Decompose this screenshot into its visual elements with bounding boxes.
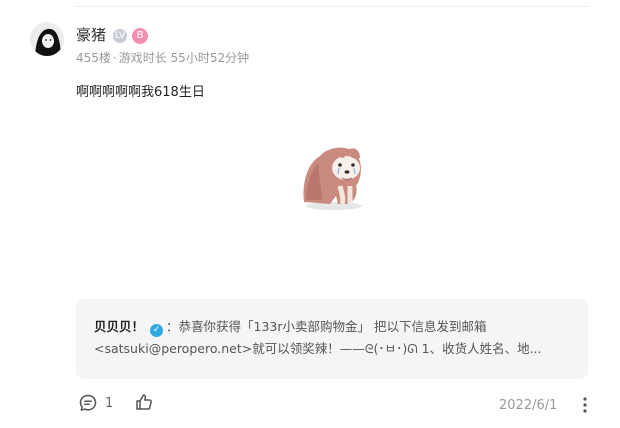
sticker-image (292, 134, 372, 214)
floor-number: 455楼 (76, 51, 111, 65)
crying-dog-sticker-icon[interactable] (292, 134, 372, 214)
divider (76, 6, 588, 7)
pink-badge-icon: B (132, 28, 148, 44)
reply-author[interactable]: 贝贝贝！ (94, 319, 144, 334)
avatar[interactable] (30, 22, 64, 56)
more-options-icon-svg (583, 397, 587, 413)
post-text: 啊啊啊啊啊我618生日 (76, 85, 205, 100)
reply-text-1: ：恭喜你获得「133r小卖部购物金」 把以下信息发到邮箱 (166, 319, 487, 334)
comment-count: 1 (105, 396, 114, 411)
reply-box[interactable]: 贝贝贝！ ✓ ：恭喜你获得「133r小卖部购物金」 把以下信息发到邮箱 <satsu… (76, 299, 588, 379)
avatar-image (30, 22, 64, 56)
reply-line-1: 贝贝贝！ ✓ ：恭喜你获得「133r小卖部购物金」 把以下信息发到邮箱 (94, 319, 487, 337)
thumbs-up-icon[interactable] (134, 392, 154, 412)
thumbs-up-icon-svg (136, 394, 152, 410)
username[interactable]: 豪猪 (76, 26, 106, 44)
post-meta: 455楼 · 游戏时长 55小时52分钟 (76, 50, 249, 66)
more-options-icon[interactable] (578, 395, 592, 415)
post-date: 2022/6/1 (499, 398, 558, 413)
level-badge-icon: LV (113, 29, 127, 43)
comment-icon[interactable] (78, 393, 98, 413)
meta-separator: · (112, 51, 117, 65)
playtime: 游戏时长 55小时52分钟 (118, 51, 250, 65)
reply-line-2: <satsuki@peropero.net>就可以领奖辣！——ᘓ(･ㅂ･)ᘏ 1… (94, 341, 542, 356)
comment-icon-svg (79, 394, 97, 411)
verified-check-icon: ✓ (150, 324, 164, 337)
